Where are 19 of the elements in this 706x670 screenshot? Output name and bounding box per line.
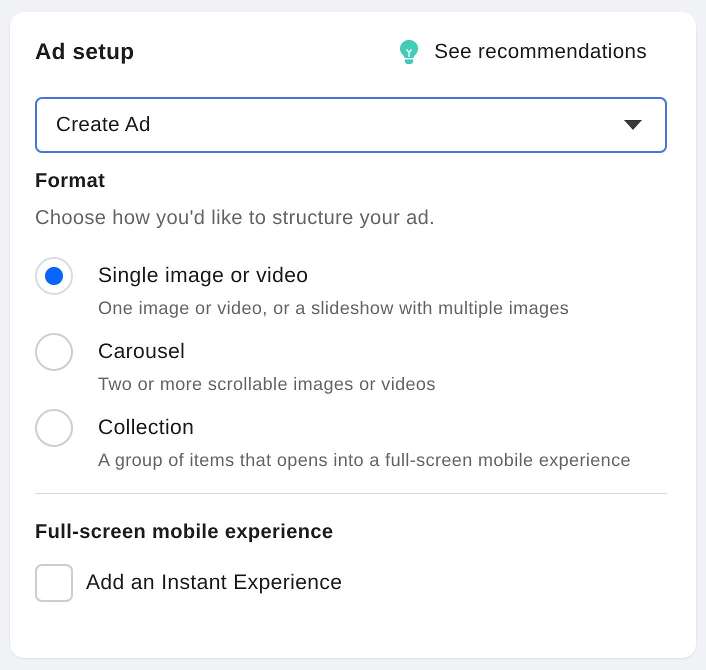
checkbox[interactable] [35, 564, 73, 602]
ad-type-dropdown[interactable]: Create Ad [35, 97, 667, 153]
checkbox-label[interactable]: Add an Instant Experience [86, 567, 342, 599]
option-label[interactable]: Collection [98, 409, 631, 447]
radio-button[interactable] [35, 409, 73, 447]
radio-button[interactable] [35, 257, 73, 295]
option-label[interactable]: Single image or video [98, 257, 570, 295]
format-heading: Format [35, 169, 106, 193]
option-description: Two or more scrollable images or videos [98, 373, 436, 395]
full-screen-heading: Full-screen mobile experience [35, 520, 334, 544]
section-title: Ad setup [35, 38, 134, 66]
radio-button[interactable] [35, 333, 73, 371]
format-subtitle: Choose how you'd like to structure your ad. [35, 206, 436, 230]
option-description: One image or video, or a slideshow with multiple images [98, 297, 570, 319]
lightbulb-icon [400, 40, 418, 64]
option-description: A group of items that opens into a full-screen mobile experience [98, 449, 631, 471]
caret-down-icon [624, 120, 642, 130]
option-label[interactable]: Carousel [98, 333, 436, 371]
recommendations-link[interactable]: See recommendations [400, 38, 647, 66]
